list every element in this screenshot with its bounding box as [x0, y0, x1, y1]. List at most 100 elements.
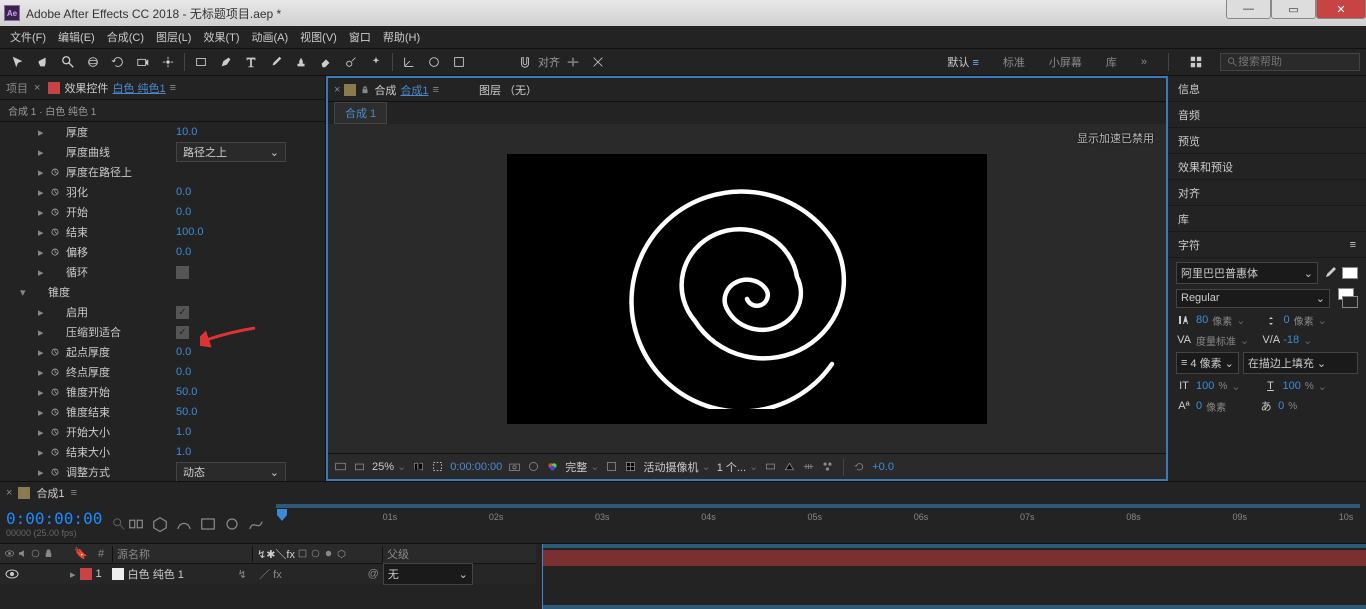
prop-value[interactable]: 0.0 — [176, 186, 191, 198]
prop-value[interactable]: 1.0 — [176, 426, 191, 438]
color-mgmt-icon[interactable] — [546, 460, 559, 473]
viewer-timecode[interactable]: 0:00:00:00 — [450, 461, 502, 473]
camera-dropdown[interactable]: 活动摄像机 ⌄ — [643, 459, 710, 475]
view-axis-mode[interactable] — [447, 51, 471, 73]
panel-character-header[interactable]: 字符≡ — [1168, 232, 1366, 258]
rotation-tool[interactable] — [106, 51, 130, 73]
anchor-point-tool[interactable] — [156, 51, 180, 73]
parent-pickwhip-icon[interactable]: @ — [368, 568, 379, 580]
prop-value[interactable]: 1.0 — [176, 446, 191, 458]
twirl-icon[interactable]: ▸ — [38, 206, 48, 219]
tsume-value[interactable]: 0 — [1278, 400, 1284, 412]
menu-help[interactable]: 帮助(H) — [379, 27, 424, 47]
draft-3d-icon[interactable] — [150, 514, 170, 534]
timeline-tab-menu-icon[interactable]: ≡ — [71, 487, 77, 499]
close-comp-tab-icon[interactable]: × — [334, 84, 340, 96]
composition-canvas[interactable] — [507, 154, 987, 424]
graph-editor-icon[interactable] — [246, 514, 266, 534]
comp-flowchart-icon[interactable] — [821, 460, 834, 473]
pen-tool[interactable] — [214, 51, 238, 73]
effect-controls-tab[interactable]: × 效果控件 白色 纯色1 ≡ — [34, 80, 176, 96]
prop-value[interactable]: 0.0 — [176, 366, 191, 378]
timeline-search-icon[interactable] — [112, 517, 126, 531]
rectangle-tool[interactable] — [189, 51, 213, 73]
workspace-more[interactable]: » — [1135, 54, 1153, 70]
brush-tool[interactable] — [264, 51, 288, 73]
views-dropdown[interactable]: 1 个... ⌄ — [717, 459, 759, 475]
stopwatch-icon[interactable] — [48, 385, 62, 399]
layer-tab[interactable]: 图层 （无） — [479, 82, 537, 98]
parent-dropdown[interactable]: 无⌄ — [383, 563, 473, 585]
stopwatch-icon[interactable] — [48, 405, 62, 419]
prop-checkbox[interactable] — [176, 306, 189, 319]
type-tool[interactable] — [239, 51, 263, 73]
prop-checkbox[interactable] — [176, 266, 189, 279]
twirl-icon[interactable]: ▸ — [38, 266, 48, 279]
pixel-aspect-icon[interactable] — [764, 460, 777, 473]
snap-edge-icon[interactable] — [561, 51, 585, 73]
world-axis-mode[interactable] — [422, 51, 446, 73]
show-channel-icon[interactable] — [527, 460, 540, 473]
fill-over-stroke-dropdown[interactable]: 在描边上填充⌄ — [1243, 352, 1358, 374]
layer-color-label[interactable] — [80, 568, 92, 580]
panel-preview[interactable]: 预览 — [1168, 128, 1366, 154]
workspace-standard[interactable]: 标准 — [997, 52, 1031, 72]
stopwatch-icon[interactable] — [48, 165, 62, 179]
stopwatch-icon[interactable] — [48, 425, 62, 439]
always-preview-icon[interactable] — [334, 460, 347, 473]
grid-guides-icon[interactable] — [624, 460, 637, 473]
prop-value[interactable]: 50.0 — [176, 406, 197, 418]
fill-stroke-swatch[interactable] — [1342, 267, 1358, 279]
workspace-default[interactable]: 默认 ≡ — [941, 52, 984, 72]
roi-icon[interactable] — [431, 460, 444, 473]
prop-value[interactable]: 100.0 — [176, 226, 204, 238]
comp-tab-menu-icon[interactable]: ≡ — [433, 84, 439, 96]
exposure-value[interactable]: +0.0 — [872, 461, 894, 473]
twirl-icon[interactable]: ▸ — [38, 346, 48, 359]
twirl-icon[interactable]: ▾ — [20, 286, 30, 299]
twirl-icon[interactable]: ▸ — [38, 146, 48, 159]
layer-switches[interactable]: ↯ ／ fx — [238, 566, 368, 582]
twirl-icon[interactable]: ▸ — [38, 386, 48, 399]
resolution-dropdown[interactable]: 完整 ⌄ — [565, 459, 599, 475]
snapping-toggle[interactable] — [513, 51, 537, 73]
prop-value[interactable]: 0.0 — [176, 246, 191, 258]
layer-visibility-icon[interactable] — [4, 566, 20, 582]
snapshot-icon[interactable] — [508, 460, 521, 473]
panel-audio[interactable]: 音频 — [1168, 102, 1366, 128]
stroke-swatch[interactable] — [1338, 288, 1358, 308]
zoom-dropdown[interactable]: 25% ⌄ — [372, 460, 406, 473]
comp-mini-flowchart-icon[interactable] — [126, 514, 146, 534]
search-help-box[interactable] — [1220, 53, 1360, 71]
twirl-icon[interactable]: ▸ — [38, 246, 48, 259]
comp-subtab[interactable]: 合成 1 — [334, 102, 387, 124]
col-switches[interactable]: ↯✱＼fx — [252, 546, 382, 562]
stopwatch-icon[interactable] — [48, 365, 62, 379]
font-size-value[interactable]: 80 — [1196, 314, 1208, 326]
stopwatch-icon[interactable] — [48, 245, 62, 259]
clone-stamp-tool[interactable] — [289, 51, 313, 73]
resolution-half-icon[interactable] — [412, 460, 425, 473]
col-av-icons[interactable] — [0, 548, 70, 559]
local-axis-mode[interactable] — [397, 51, 421, 73]
twirl-icon[interactable]: ▸ — [38, 366, 48, 379]
panel-menu-icon[interactable]: ≡ — [170, 82, 176, 94]
window-close-button[interactable]: ✕ — [1316, 0, 1366, 19]
twirl-icon[interactable]: ▸ — [38, 406, 48, 419]
motion-blur-icon[interactable] — [222, 514, 242, 534]
tracking-value[interactable]: -18 — [1283, 334, 1299, 346]
window-minimize-button[interactable]: — — [1226, 0, 1271, 19]
orbit-tool[interactable] — [81, 51, 105, 73]
eyedropper-icon[interactable] — [1322, 265, 1338, 281]
work-area-bar-bottom[interactable] — [542, 605, 1366, 609]
prop-dropdown[interactable]: 路径之上⌄ — [176, 142, 286, 162]
puppet-tool[interactable] — [364, 51, 388, 73]
effect-controls-target[interactable]: 白色 纯色1 — [112, 80, 165, 96]
prop-value[interactable]: 0.0 — [176, 346, 191, 358]
panel-info[interactable]: 信息 — [1168, 76, 1366, 102]
layer-duration-bar[interactable] — [542, 550, 1366, 566]
menu-layer[interactable]: 图层(L) — [152, 27, 195, 47]
roto-brush-tool[interactable] — [339, 51, 363, 73]
fast-previews-icon[interactable] — [783, 460, 796, 473]
twirl-icon[interactable]: ▸ — [38, 226, 48, 239]
